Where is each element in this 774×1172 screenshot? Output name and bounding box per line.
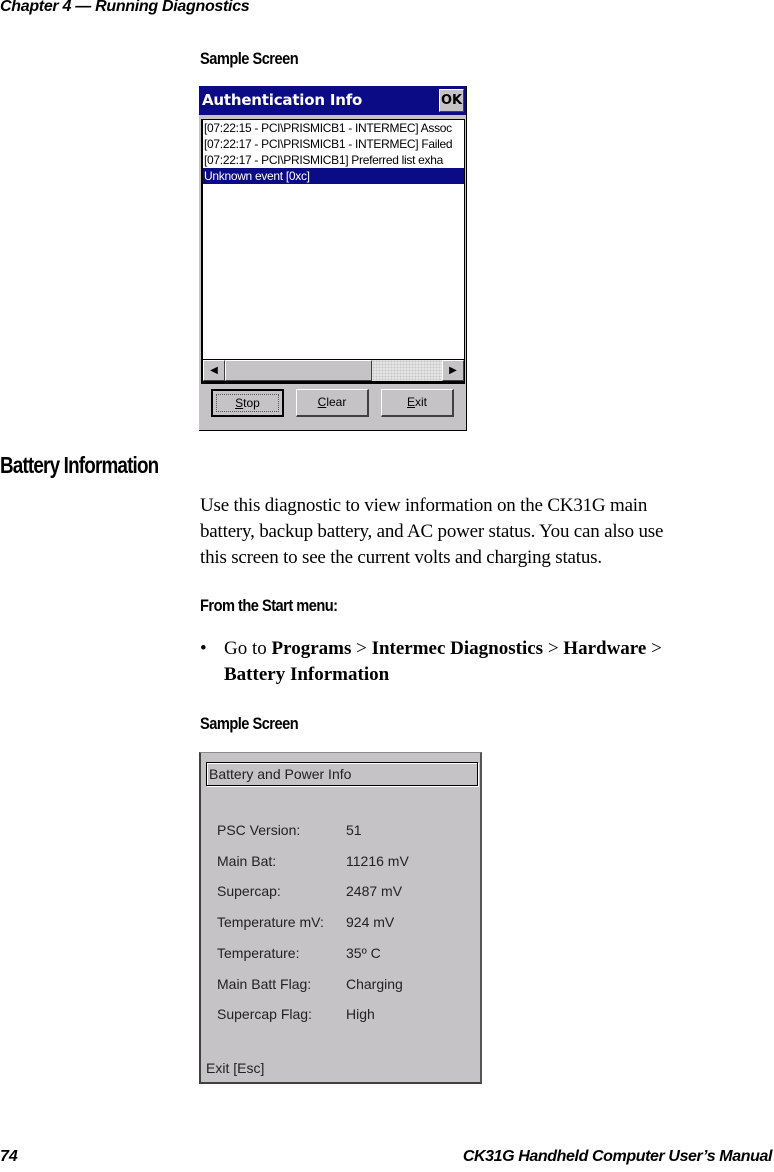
value-main-bat: 11216 mV <box>346 853 409 869</box>
body-line: this screen to see the current volts and… <box>200 547 602 568</box>
event-log-list[interactable]: [07:22:15 - PCI\PRISMICB1 - INTERMEC] As… <box>201 119 465 384</box>
bullet-prefix: Go to <box>224 638 272 659</box>
value-main-batt-flag: Charging <box>346 976 403 992</box>
clear-button[interactable]: Clear <box>296 389 369 417</box>
screen-title: Battery and Power Info <box>206 762 478 786</box>
scrollbar-thumb[interactable] <box>225 360 372 381</box>
scroll-left-button[interactable]: ◀ <box>203 360 225 381</box>
battery-power-info-screen: Battery and Power Info PSC Version: 51 M… <box>199 752 482 1084</box>
value-temperature-mv: 924 mV <box>346 914 395 930</box>
path-separator: > <box>646 638 662 659</box>
path-hardware: Hardware <box>563 638 647 659</box>
exit-label: xit <box>415 395 427 409</box>
section-title: Battery Information <box>0 452 159 478</box>
label-psc-version: PSC Version: <box>217 822 301 838</box>
chapter-header: Chapter 4 — Running Diagnostics <box>0 0 250 15</box>
path-separator: > <box>543 638 564 659</box>
sample-screen-heading-1: Sample Screen <box>200 49 299 68</box>
start-menu-heading: From the Start menu: <box>200 596 338 615</box>
label-supercap-flag: Supercap Flag: <box>217 1006 312 1022</box>
label-main-bat: Main Bat: <box>217 853 277 869</box>
ok-button[interactable]: OK <box>439 89 464 112</box>
path-programs: Programs <box>271 638 352 659</box>
arrow-right-icon: ▶ <box>449 365 457 376</box>
page-number: 74 <box>0 1148 18 1165</box>
authentication-info-screen: Authentication Info OK [07:22:15 - PCI\P… <box>199 86 467 431</box>
list-item[interactable]: [07:22:17 - PCI\PRISMICB1] Preferred lis… <box>203 152 464 168</box>
label-supercap: Supercap: <box>217 883 281 899</box>
clear-label: lear <box>326 395 347 409</box>
exit-button[interactable]: Exit <box>381 389 454 417</box>
value-psc-version: 51 <box>346 822 362 838</box>
bullet-text: Go to Programs > Intermec Diagnostics > … <box>224 636 662 688</box>
sample-screen-heading-2: Sample Screen <box>200 714 299 733</box>
list-item-selected[interactable]: Unknown event [0xc] <box>203 168 464 184</box>
section-body: Use this diagnostic to view information … <box>200 493 770 571</box>
window-title: Authentication Info <box>202 91 363 109</box>
value-supercap: 2487 mV <box>346 883 403 899</box>
list-item[interactable]: [07:22:15 - PCI\PRISMICB1 - INTERMEC] As… <box>203 120 464 136</box>
body-line: Use this diagnostic to view information … <box>200 495 648 516</box>
path-intermec-diagnostics: Intermec Diagnostics <box>371 638 544 659</box>
manual-title: CK31G Handheld Computer User’s Manual <box>462 1148 773 1165</box>
label-temperature-mv: Temperature mV: <box>217 914 324 930</box>
list-item[interactable]: [07:22:17 - PCI\PRISMICB1 - INTERMEC] Fa… <box>203 136 464 152</box>
value-supercap-flag: High <box>346 1006 375 1022</box>
bullet-icon: • <box>200 638 207 659</box>
focus-rectangle <box>216 394 279 412</box>
stop-button[interactable]: Stop <box>211 389 284 417</box>
scrollbar-track[interactable] <box>372 360 444 381</box>
path-separator: > <box>351 638 372 659</box>
body-line: battery, backup battery, and AC power st… <box>200 521 664 542</box>
scroll-right-button[interactable]: ▶ <box>442 360 464 381</box>
exit-accelerator: E <box>406 395 415 409</box>
title-bar: Authentication Info OK <box>199 86 466 115</box>
label-temperature: Temperature: <box>217 945 300 961</box>
label-main-batt-flag: Main Batt Flag: <box>217 976 312 992</box>
value-temperature: 35º C <box>346 945 381 961</box>
arrow-left-icon: ◀ <box>210 365 218 376</box>
exit-esc-label[interactable]: Exit [Esc] <box>206 1060 264 1076</box>
path-battery-information: Battery Information <box>224 664 390 685</box>
horizontal-scrollbar[interactable]: ◀ ▶ <box>201 359 465 383</box>
